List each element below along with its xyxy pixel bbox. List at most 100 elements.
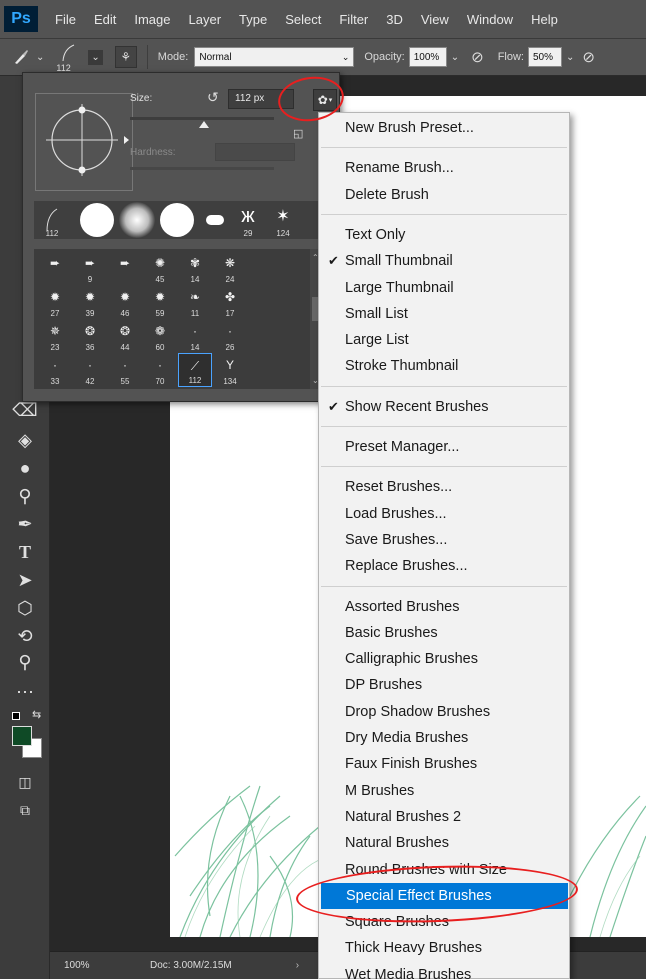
- brush-preset-cell[interactable]: ✹ 59: [143, 285, 177, 319]
- menu-item-calligraphic-brushes[interactable]: Calligraphic Brushes: [320, 646, 568, 672]
- recent-brush-soft-round[interactable]: [118, 201, 156, 239]
- menu-item-delete-brush[interactable]: Delete Brush: [320, 182, 568, 208]
- menu-item-assorted-brushes[interactable]: Assorted Brushes: [320, 594, 568, 620]
- menu-3d[interactable]: 3D: [377, 12, 412, 27]
- menu-item-stroke-thumbnail[interactable]: Stroke Thumbnail: [320, 353, 568, 379]
- brush-preset-cell[interactable]: ✹ 27: [38, 285, 72, 319]
- menu-view[interactable]: View: [412, 12, 458, 27]
- reset-size-icon[interactable]: ↺: [207, 89, 219, 106]
- menu-layer[interactable]: Layer: [180, 12, 231, 27]
- menu-item-large-list[interactable]: Large List: [320, 327, 568, 353]
- dodge-tool-icon[interactable]: ⚲: [13, 484, 37, 508]
- menu-edit[interactable]: Edit: [85, 12, 125, 27]
- menu-item-preset-manager[interactable]: Preset Manager...: [320, 434, 568, 460]
- flow-dropdown-icon[interactable]: ⌄: [566, 52, 574, 63]
- recent-brush-hard-round[interactable]: [158, 201, 196, 239]
- menu-item-dry-media-brushes[interactable]: Dry Media Brushes: [320, 725, 568, 751]
- menu-item-wet-media-brushes[interactable]: Wet Media Brushes: [320, 962, 568, 979]
- brush-tip-preview[interactable]: [35, 93, 133, 191]
- menu-type[interactable]: Type: [230, 12, 276, 27]
- brush-preset-cell[interactable]: ❧ 11: [178, 285, 212, 319]
- brush-preset-cell[interactable]: ❂ 44: [108, 319, 142, 353]
- menu-item-large-thumbnail[interactable]: Large Thumbnail: [320, 275, 568, 301]
- screen-mode-icon[interactable]: ⧉: [13, 798, 37, 822]
- size-slider[interactable]: [130, 117, 274, 120]
- menu-file[interactable]: File: [46, 12, 85, 27]
- menu-item-dp-brushes[interactable]: DP Brushes: [320, 672, 568, 698]
- more-tools-icon[interactable]: ⋯: [13, 680, 37, 704]
- menu-item-natural-brushes[interactable]: Natural Brushes: [320, 830, 568, 856]
- menu-item-faux-finish-brushes[interactable]: Faux Finish Brushes: [320, 751, 568, 777]
- new-preset-icon[interactable]: ◱: [293, 127, 303, 140]
- menu-window[interactable]: Window: [458, 12, 522, 27]
- zoom-level[interactable]: 100%: [64, 960, 104, 971]
- menu-item-load-brushes[interactable]: Load Brushes...: [320, 501, 568, 527]
- menu-item-save-brushes[interactable]: Save Brushes...: [320, 527, 568, 553]
- recent-brush-eraser[interactable]: [200, 201, 230, 239]
- brush-preset-cell[interactable]: ✹ 46: [108, 285, 142, 319]
- menu-help[interactable]: Help: [522, 12, 567, 27]
- menu-image[interactable]: Image: [125, 12, 179, 27]
- foreground-color-swatch[interactable]: [12, 726, 32, 746]
- menu-item-basic-brushes[interactable]: Basic Brushes: [320, 620, 568, 646]
- menu-item-small-list[interactable]: Small List: [320, 301, 568, 327]
- brush-preset-cell[interactable]: ✺ 45: [143, 251, 177, 285]
- brush-picker-dropdown-icon[interactable]: ⌄: [88, 49, 103, 65]
- paint-bucket-tool-icon[interactable]: ◈: [13, 428, 37, 452]
- quick-mask-icon[interactable]: ◫: [13, 770, 37, 794]
- blur-tool-icon[interactable]: ●: [13, 456, 37, 480]
- 3d-tool-icon[interactable]: ⟲: [13, 624, 37, 648]
- airbrush-icon[interactable]: ⊘: [582, 48, 595, 66]
- flow-field[interactable]: 50%: [527, 47, 562, 67]
- pressure-opacity-icon[interactable]: ⊘: [471, 48, 484, 66]
- brush-preset-cell[interactable]: ✾ 14: [178, 251, 212, 285]
- brush-size-preview[interactable]: 112: [54, 41, 84, 73]
- brush-preset-cell[interactable]: ✹ 39: [73, 285, 107, 319]
- tool-preset-dropdown-icon[interactable]: ⌄: [36, 52, 44, 63]
- opacity-field[interactable]: 100%: [408, 47, 447, 67]
- recent-brush-stroke[interactable]: 112: [34, 201, 70, 239]
- brush-preset-selected[interactable]: ⟋ 112: [178, 353, 212, 387]
- brush-tool-icon[interactable]: [10, 48, 32, 66]
- menu-item-drop-shadow-brushes[interactable]: Drop Shadow Brushes: [320, 699, 568, 725]
- brush-preset-cell[interactable]: ➨ 9: [73, 251, 107, 285]
- recent-brush-hard-round[interactable]: [78, 201, 116, 239]
- brush-preset-cell[interactable]: ➨: [38, 251, 72, 285]
- brush-preset-cell[interactable]: ❁ 60: [143, 319, 177, 353]
- menu-item-natural-brushes-2[interactable]: Natural Brushes 2: [320, 804, 568, 830]
- brush-preset-cell[interactable]: ➨: [108, 251, 142, 285]
- menu-filter[interactable]: Filter: [330, 12, 377, 27]
- menu-item-rename-brush[interactable]: Rename Brush...: [320, 155, 568, 181]
- menu-item-show-recent-brushes[interactable]: ✔ Show Recent Brushes: [320, 394, 568, 420]
- brush-preset-cell[interactable]: ✤ 17: [213, 285, 247, 319]
- brush-preset-cell[interactable]: Y 134: [213, 353, 247, 387]
- brush-preset-cell[interactable]: · 70: [143, 353, 177, 387]
- brush-preset-cell[interactable]: ❂ 36: [73, 319, 107, 353]
- status-menu-arrow-icon[interactable]: ›: [296, 960, 299, 971]
- menu-item-m-brushes[interactable]: M Brushes: [320, 778, 568, 804]
- menu-item-reset-brushes[interactable]: Reset Brushes...: [320, 474, 568, 500]
- brush-panel-toggle-icon[interactable]: ⚘: [114, 46, 137, 68]
- zoom-tool-icon[interactable]: ⚲: [13, 650, 37, 674]
- opacity-dropdown-icon[interactable]: ⌄: [451, 52, 459, 63]
- brush-preset-cell[interactable]: · 55: [108, 353, 142, 387]
- brush-preset-cell[interactable]: · 42: [73, 353, 107, 387]
- shape-tool-icon[interactable]: ⬡: [13, 596, 37, 620]
- brush-preset-cell[interactable]: · 14: [178, 319, 212, 353]
- menu-item-replace-brushes[interactable]: Replace Brushes...: [320, 553, 568, 579]
- default-colors-icon[interactable]: [12, 712, 20, 720]
- menu-select[interactable]: Select: [276, 12, 330, 27]
- swap-colors-icon[interactable]: ⇆: [32, 708, 41, 721]
- pen-tool-icon[interactable]: ✒: [13, 512, 37, 536]
- recent-brush-star[interactable]: ✶ 124: [266, 201, 300, 239]
- type-tool-icon[interactable]: T: [13, 540, 37, 564]
- menu-item-thick-heavy-brushes[interactable]: Thick Heavy Brushes: [320, 935, 568, 961]
- brush-preset-cell[interactable]: · 26: [213, 319, 247, 353]
- brush-preset-cell[interactable]: ❋ 24: [213, 251, 247, 285]
- menu-item-new-brush-preset[interactable]: New Brush Preset...: [320, 115, 568, 141]
- menu-item-text-only[interactable]: Text Only: [320, 222, 568, 248]
- size-slider-thumb[interactable]: [199, 121, 209, 128]
- menu-item-small-thumbnail[interactable]: ✔ Small Thumbnail: [320, 248, 568, 274]
- brush-preset-cell[interactable]: ✵ 23: [38, 319, 72, 353]
- recent-brush-butterfly[interactable]: ж 29: [232, 201, 264, 239]
